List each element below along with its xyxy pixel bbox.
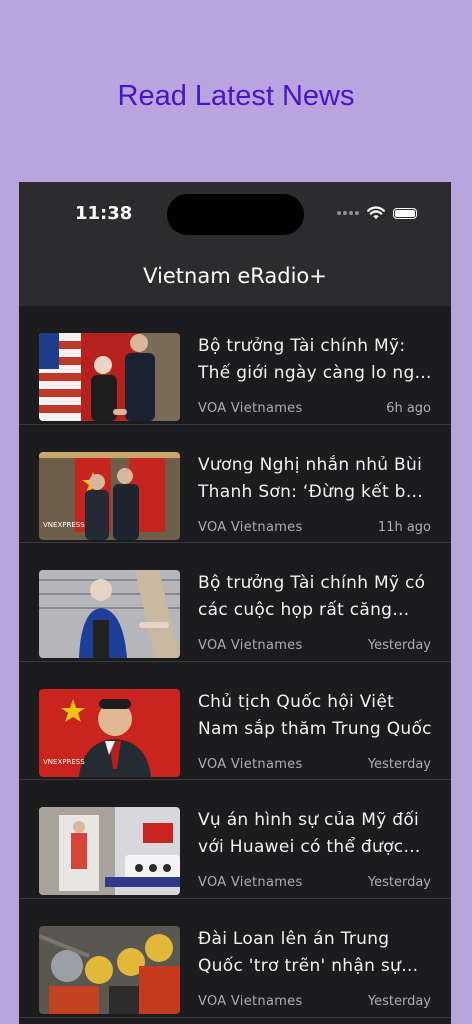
- article-time: Yesterday: [367, 875, 431, 891]
- article-time: Yesterday: [367, 993, 431, 1009]
- list-item[interactable]: Đài Loan lên án Trung Quốc 'trơ trẽn' nh…: [19, 899, 451, 1018]
- list-item[interactable]: Vụ án hình sự của Mỹ đối với Huawei có t…: [19, 780, 451, 899]
- signal-dots-icon: [337, 211, 359, 215]
- article-title: Đài Loan lên án Trung Quốc 'trơ trẽn' nh…: [198, 928, 402, 976]
- article-source: VOA Vietnames: [198, 756, 303, 772]
- list-item[interactable]: Bộ trưởng Tài chính Mỹ có các cuộc họp r…: [19, 543, 451, 662]
- article-title: Bộ trưởng Tài chính Mỹ: Thế giới ngày cà…: [198, 336, 431, 383]
- article-title: Vương Nghị nhắn nhủ Bùi Thanh Sơn: ‘Đừng…: [198, 454, 423, 502]
- article-time: 11h ago: [377, 519, 431, 535]
- svg-text:VNEXPRESS: VNEXPRESS: [43, 521, 85, 529]
- nav-bar: Vietnam eRadio+: [19, 246, 451, 306]
- svg-text:VNEXPRESS: VNEXPRESS: [43, 758, 85, 766]
- phone-screen: 11:38 Vietnam eRadio+ Bộ trưởng Tài chín…: [19, 182, 451, 1024]
- app-title: Vietnam eRadio+: [143, 264, 327, 288]
- status-icons: [337, 206, 417, 220]
- article-thumbnail: [39, 807, 180, 896]
- article-time: Yesterday: [367, 638, 431, 654]
- article-list[interactable]: Bộ trưởng Tài chính Mỹ: Thế giới ngày cà…: [19, 306, 451, 1018]
- list-item[interactable]: VNEXPRESS Vương Nghị nhắn nhủ Bùi Thanh …: [19, 425, 451, 544]
- battery-icon: [393, 207, 417, 219]
- article-title: Chủ tịch Quốc hội Việt Nam sắp thăm Trun…: [198, 691, 432, 739]
- article-source: VOA Vietnames: [198, 993, 303, 1009]
- article-thumbnail: VNEXPRESS: [39, 451, 180, 540]
- article-time: Yesterday: [367, 756, 431, 772]
- status-bar: 11:38: [19, 182, 451, 246]
- banner: Read Latest News: [0, 0, 472, 182]
- article-time: 6h ago: [386, 401, 431, 416]
- article-thumbnail: VNEXPRESS: [39, 688, 180, 777]
- article-title: Vụ án hình sự của Mỹ đối với Huawei có t…: [198, 810, 420, 858]
- dynamic-island: [167, 194, 304, 235]
- wifi-icon: [367, 206, 385, 219]
- article-source: VOA Vietnames: [198, 519, 303, 535]
- article-source: VOA Vietnames: [198, 875, 303, 891]
- article-thumbnail: [39, 570, 180, 659]
- list-item[interactable]: Bộ trưởng Tài chính Mỹ: Thế giới ngày cà…: [19, 306, 451, 425]
- article-source: VOA Vietnames: [198, 401, 303, 416]
- article-title: Bộ trưởng Tài chính Mỹ có các cuộc họp r…: [198, 573, 426, 621]
- article-source: VOA Vietnames: [198, 638, 303, 654]
- banner-title: Read Latest News: [117, 80, 355, 112]
- list-item[interactable]: VNEXPRESS Chủ tịch Quốc hội Việt Nam sắp…: [19, 662, 451, 781]
- article-thumbnail: [39, 333, 180, 421]
- status-time: 11:38: [75, 203, 133, 224]
- article-thumbnail: [39, 925, 180, 1014]
